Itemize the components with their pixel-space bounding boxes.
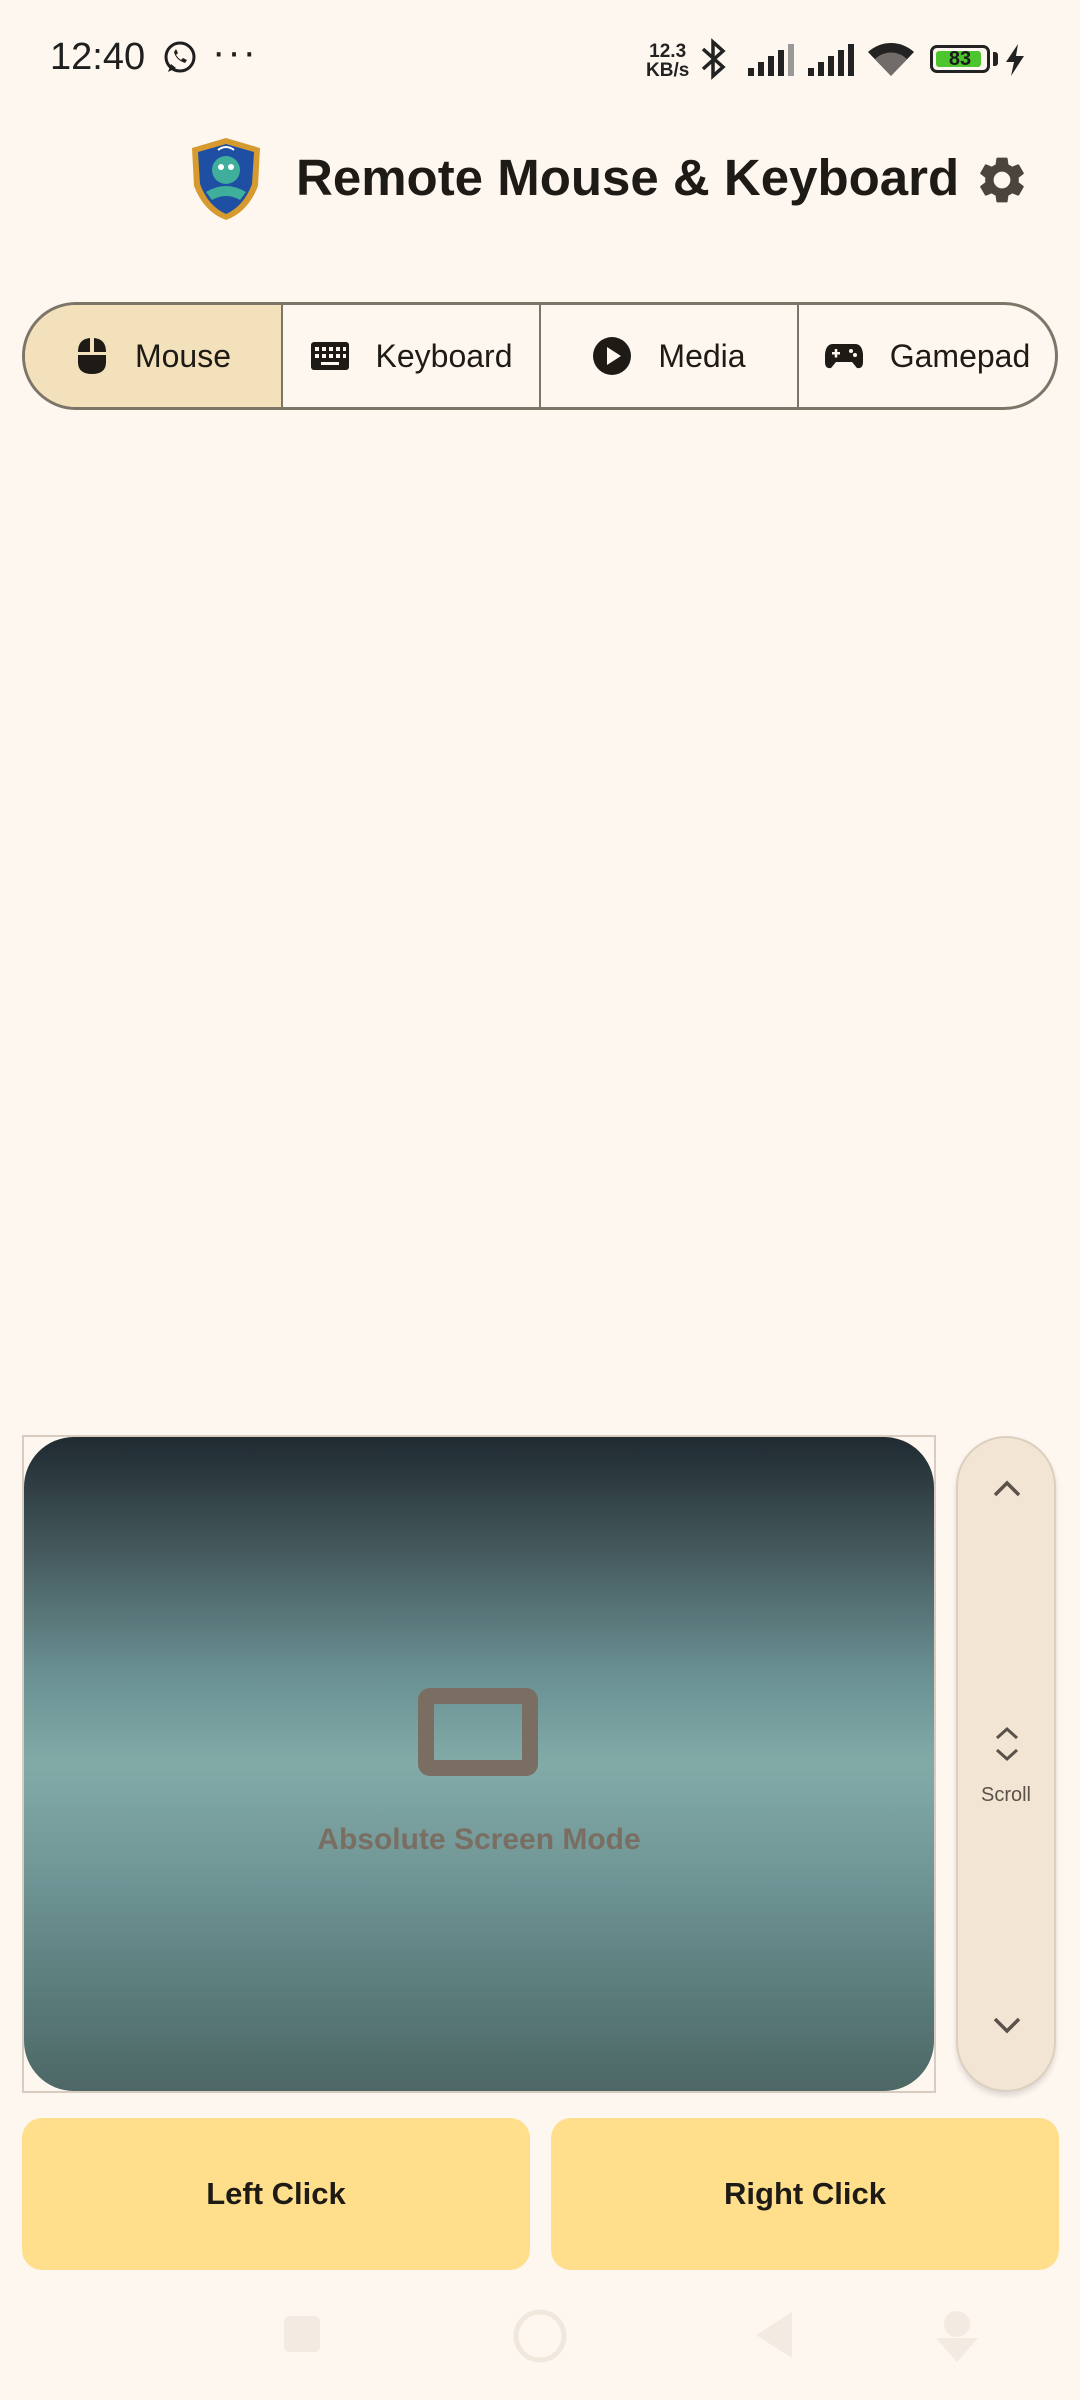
status-bar: 12:40 ··· 12.3 KB/s 83 <box>0 0 1080 120</box>
bluetooth-icon <box>697 38 729 85</box>
tab-label: Gamepad <box>889 337 1031 374</box>
assistant-button[interactable] <box>932 2308 982 2364</box>
settings-button[interactable] <box>972 150 1032 210</box>
screen-icon <box>418 1688 538 1776</box>
status-time: 12:40 <box>50 36 146 78</box>
left-click-button[interactable]: Left Click <box>22 2118 530 2270</box>
scroll-label: Scroll <box>980 1784 1031 1806</box>
back-button[interactable] <box>752 2310 796 2366</box>
scroll-up-button[interactable] <box>983 1478 1031 1514</box>
play-icon <box>593 337 632 375</box>
more-notifications: ··· <box>212 30 258 74</box>
settings-icon <box>980 157 1024 203</box>
app-logo <box>188 136 264 222</box>
scroll-handle[interactable] <box>960 1726 1054 1786</box>
chevron-up-icon <box>993 1480 1021 1497</box>
chevron-down-icon <box>993 2017 1021 2034</box>
charging-icon <box>1004 44 1026 81</box>
keyboard-icon <box>310 342 349 370</box>
unfold-icon <box>995 1726 1019 1762</box>
mode-tabs: Mouse Keyboard Media Gamepad <box>22 302 1058 410</box>
tab-label: Mouse <box>134 337 232 374</box>
whatsapp-icon <box>162 40 198 81</box>
touchpad-mode-label: Absolute Screen Mode <box>317 1823 641 1856</box>
tab-gamepad[interactable]: Gamepad <box>799 305 1055 407</box>
scroll-down-button[interactable] <box>983 2016 1031 2052</box>
home-icon <box>513 2309 567 2363</box>
net-speed-unit: KB/s <box>646 60 690 81</box>
tab-keyboard[interactable]: Keyboard <box>283 305 541 407</box>
battery-icon: 83 <box>930 45 990 73</box>
back-icon <box>756 2312 792 2358</box>
mouse-icon <box>77 338 106 374</box>
right-click-button[interactable]: Right Click <box>551 2118 1059 2270</box>
signal-icon <box>746 44 796 81</box>
gamepad-icon <box>824 344 863 369</box>
net-speed-value: 12.3 <box>649 41 687 62</box>
recents-icon <box>284 2316 320 2352</box>
recents-button[interactable] <box>282 2314 322 2370</box>
tab-label: Keyboard <box>375 337 513 374</box>
tab-label: Media <box>658 337 746 374</box>
wifi-icon <box>866 42 916 83</box>
assistant-icon <box>936 2311 978 2362</box>
battery-level: 83 <box>948 48 972 70</box>
net-speed: 12.3 KB/s <box>646 42 689 80</box>
app-title: Remote Mouse & Keyboard <box>296 149 960 206</box>
tab-mouse[interactable]: Mouse <box>25 305 283 407</box>
home-button[interactable] <box>512 2308 568 2364</box>
signal-icon <box>806 44 856 81</box>
tab-media[interactable]: Media <box>541 305 799 407</box>
